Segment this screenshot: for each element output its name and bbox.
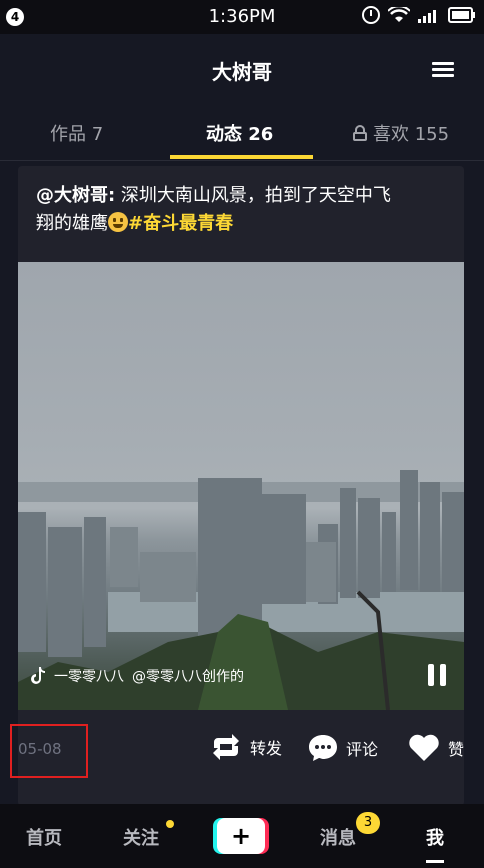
post-card: @大树哥: 深圳大南山风景，拍到了天空中飞 翔的雄鹰 #奋斗最青春 一零零八八 … (10, 166, 464, 806)
video-frame (18, 470, 464, 710)
tab-works[interactable]: 作品 7 (50, 120, 103, 146)
nav-me[interactable]: 我 (426, 824, 444, 850)
active-tab-indicator (170, 155, 313, 159)
messages-count-badge: 3 (356, 812, 380, 834)
alarm-clock-icon (362, 6, 380, 24)
smile-emoji-icon (108, 212, 128, 232)
profile-tabs: 作品 7 动态 26 喜欢 155 (0, 104, 484, 161)
tab-dynamics[interactable]: 动态 26 (206, 120, 273, 146)
post-text: @大树哥: 深圳大南山风景，拍到了天空中飞 翔的雄鹰 #奋斗最青春 (36, 182, 446, 238)
tab-likes[interactable]: 喜欢 155 (353, 120, 449, 146)
post-text-line1: 深圳大南山风景，拍到了天空中飞 (115, 185, 391, 206)
bottom-nav: 首页 关注 + 消息 3 我 (0, 804, 484, 868)
lock-icon (353, 125, 367, 141)
video-music-author: @零零八八创作的 (132, 669, 244, 685)
nav-me-indicator (426, 860, 444, 863)
nav-home[interactable]: 首页 (26, 824, 62, 850)
tab-likes-label: 喜欢 155 (373, 124, 450, 145)
like-label: 赞 (448, 740, 465, 759)
menu-icon[interactable] (432, 62, 454, 78)
repost-label: 转发 (250, 739, 283, 758)
nav-messages[interactable]: 消息 (320, 824, 356, 850)
comment-button[interactable]: 评论 (308, 734, 378, 762)
post-author[interactable]: @大树哥: (36, 185, 115, 206)
signal-icon (418, 7, 440, 23)
post-text-line2: 翔的雄鹰 (36, 213, 108, 234)
video-caption: 一零零八八 @零零八八创作的 (30, 666, 244, 686)
tiktok-note-icon (31, 667, 45, 684)
like-button[interactable]: 赞 (408, 734, 464, 762)
follow-update-dot (166, 820, 174, 828)
comment-label: 评论 (346, 740, 379, 759)
plus-icon: + (230, 822, 252, 850)
post-hashtag[interactable]: #奋斗最青春 (128, 213, 233, 234)
page-title: 大树哥 (212, 60, 272, 84)
pause-icon[interactable] (428, 664, 446, 686)
video-player[interactable]: 一零零八八 @零零八八创作的 (18, 262, 464, 710)
repost-icon (213, 734, 239, 760)
create-post-button[interactable]: + (213, 818, 269, 854)
heart-icon (409, 734, 439, 761)
date-highlight-box (10, 724, 88, 778)
comment-icon (309, 735, 337, 761)
battery-icon (448, 7, 476, 23)
profile-header: 大树哥 (0, 34, 484, 104)
status-bar: 4 1:36PM (0, 0, 484, 34)
video-music-title: 一零零八八 (54, 669, 124, 685)
status-icons (362, 6, 476, 24)
repost-button[interactable]: 转发 (210, 734, 282, 760)
nav-follow[interactable]: 关注 (123, 824, 159, 850)
wifi-icon (388, 7, 410, 23)
